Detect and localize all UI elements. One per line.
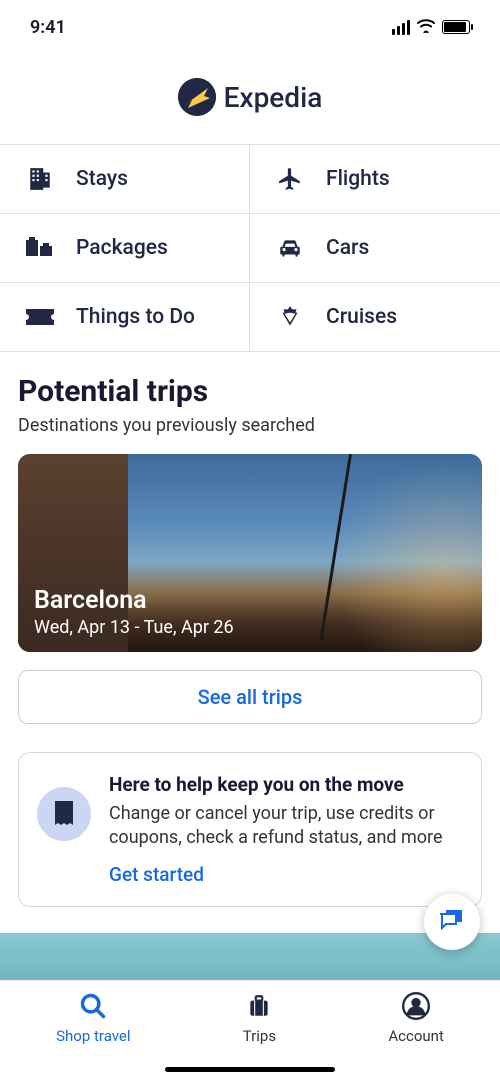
trip-card-barcelona[interactable]: Barcelona Wed, Apr 13 - Tue, Apr 26	[18, 454, 482, 652]
help-card[interactable]: Here to help keep you on the move Change…	[18, 752, 482, 907]
section-title: Potential trips	[18, 374, 482, 409]
chat-icon	[438, 906, 466, 938]
account-icon	[401, 991, 431, 1021]
trip-dates: Wed, Apr 13 - Tue, Apr 26	[34, 617, 234, 638]
lob-cruises[interactable]: Cruises	[250, 283, 500, 351]
hotel-icon	[26, 165, 54, 193]
tab-label: Shop travel	[56, 1027, 130, 1045]
lob-grid: Stays Flights Packages Cars Things to Do…	[0, 144, 500, 352]
lob-cars[interactable]: Cars	[250, 214, 500, 283]
status-indicators	[392, 17, 470, 38]
tab-account[interactable]: Account	[388, 991, 444, 1045]
status-bar: 9:41	[0, 0, 500, 54]
tab-shop-travel[interactable]: Shop travel	[56, 991, 130, 1045]
ticket-icon	[26, 303, 54, 331]
lob-stays[interactable]: Stays	[0, 145, 250, 214]
lob-flights[interactable]: Flights	[250, 145, 500, 214]
lob-label: Stays	[76, 167, 128, 191]
potential-trips-section: Potential trips Destinations you previou…	[0, 352, 500, 907]
packages-icon	[26, 234, 54, 262]
lob-label: Cruises	[326, 305, 397, 329]
brand-header: Expedia	[0, 54, 500, 144]
search-icon	[78, 991, 108, 1021]
lob-label: Flights	[326, 167, 390, 191]
tab-bar: Shop travel Trips Account	[0, 980, 500, 1080]
lob-label: Cars	[326, 236, 369, 260]
lob-label: Packages	[76, 236, 168, 260]
home-indicator[interactable]	[165, 1067, 335, 1072]
get-started-link[interactable]: Get started	[109, 863, 463, 886]
car-icon	[276, 234, 304, 262]
plane-icon	[276, 165, 304, 193]
brand-name: Expedia	[224, 81, 323, 114]
status-time: 9:41	[30, 17, 66, 38]
cruise-icon	[276, 303, 304, 331]
tab-label: Trips	[243, 1027, 276, 1045]
tab-trips[interactable]: Trips	[243, 991, 276, 1045]
help-body: Change or cancel your trip, use credits …	[109, 802, 463, 851]
tab-label: Account	[388, 1027, 444, 1045]
chat-fab[interactable]	[424, 894, 480, 950]
lob-packages[interactable]: Packages	[0, 214, 250, 283]
receipt-icon	[37, 787, 91, 841]
suitcase-icon	[244, 991, 274, 1021]
section-subtitle: Destinations you previously searched	[18, 415, 482, 436]
battery-icon	[442, 20, 470, 34]
lob-label: Things to Do	[76, 305, 195, 329]
lob-things-to-do[interactable]: Things to Do	[0, 283, 250, 351]
trip-destination: Barcelona	[34, 586, 234, 615]
cellular-signal-icon	[392, 20, 410, 35]
expedia-logo-icon	[178, 78, 216, 116]
wifi-icon	[416, 17, 436, 38]
see-all-trips-button[interactable]: See all trips	[18, 670, 482, 724]
help-title: Here to help keep you on the move	[109, 773, 463, 796]
